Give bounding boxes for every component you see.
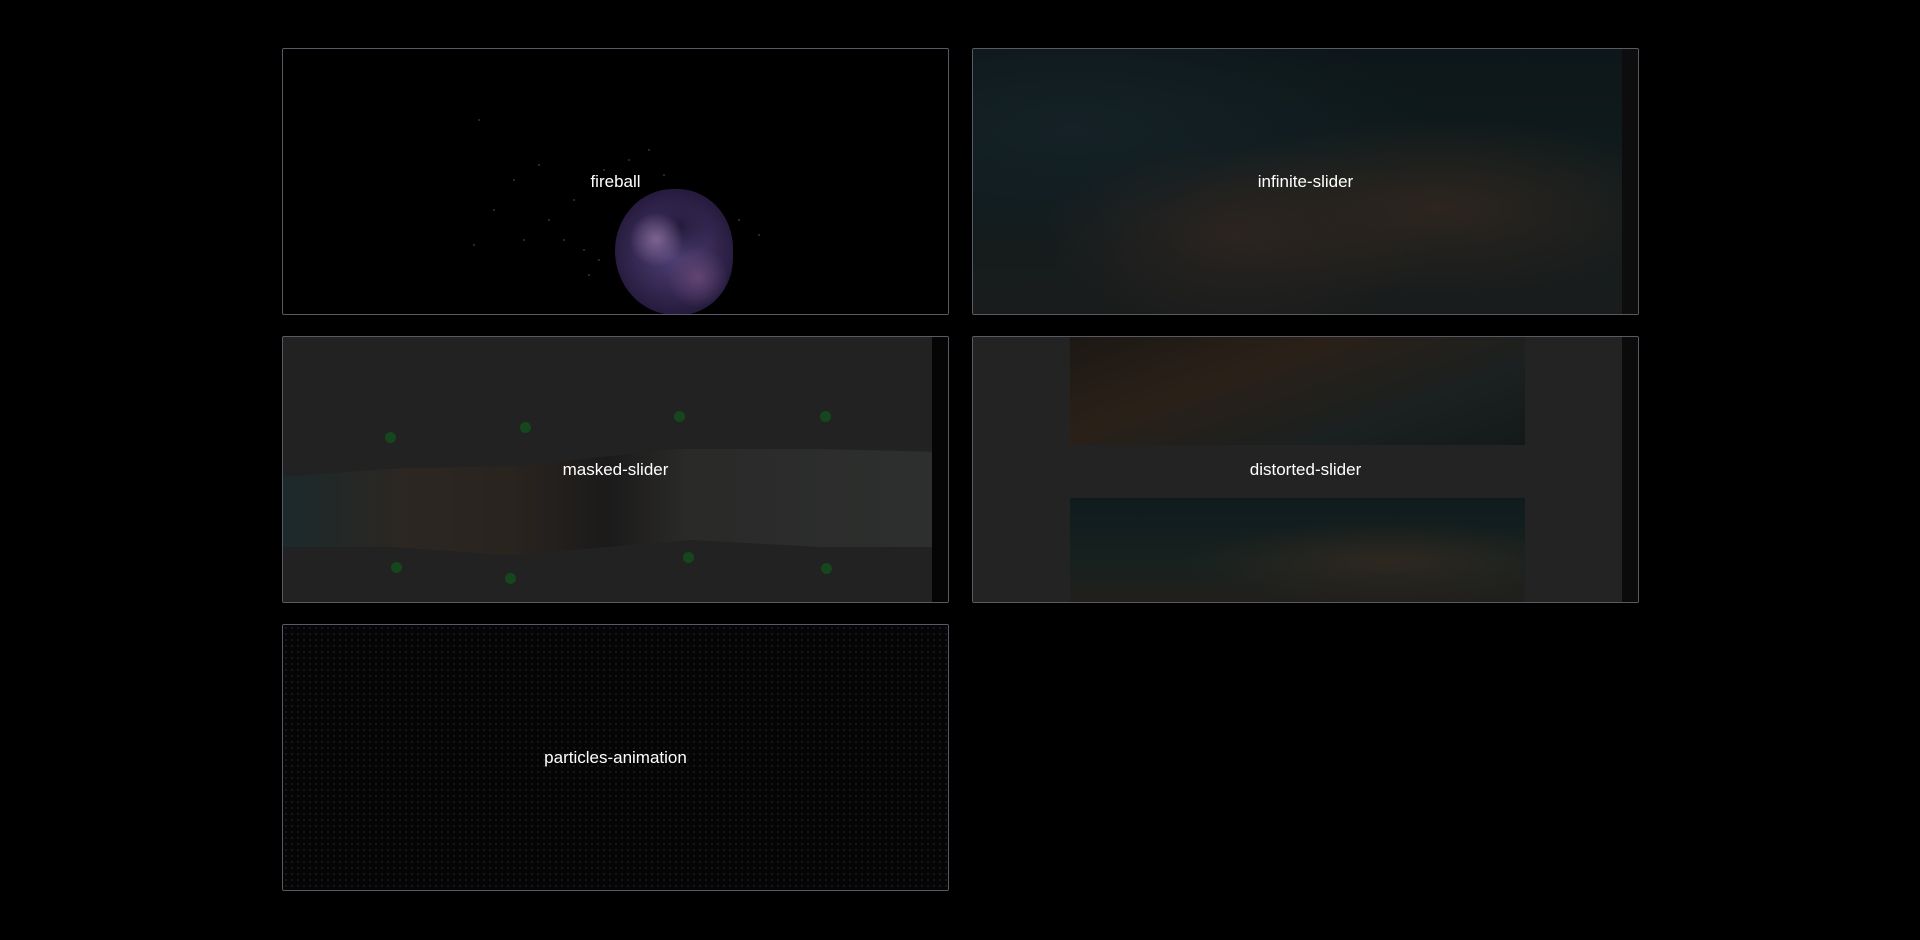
mask-point [520,422,531,433]
mask-point [391,562,402,573]
mask-point [821,563,832,574]
mask-point [385,432,396,443]
card-particles-animation[interactable]: particles-animation [282,624,949,891]
particles-animation-preview [283,625,948,890]
card-fireball[interactable]: fireball [282,48,949,315]
slide-image [1070,337,1525,445]
masked-image-strip [283,449,932,556]
mask-point [683,552,694,563]
mask-point [674,411,685,422]
card-masked-slider[interactable]: masked-slider [282,336,949,603]
mask-point [505,573,516,584]
demo-grid: fireball infinite-slider masked-slider d… [282,48,1640,891]
infinite-slider-preview [973,49,1638,314]
card-infinite-slider[interactable]: infinite-slider [972,48,1639,315]
fireball-sphere [615,189,733,314]
slide-image [1070,498,1525,602]
masked-slider-preview [283,337,948,602]
card-distorted-slider[interactable]: distorted-slider [972,336,1639,603]
distorted-slider-preview [973,337,1638,602]
fireball-preview [283,49,948,314]
mask-point [820,411,831,422]
